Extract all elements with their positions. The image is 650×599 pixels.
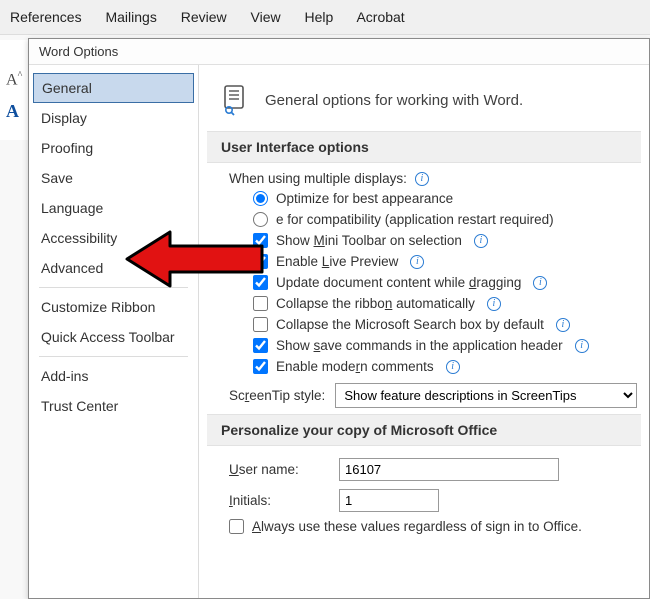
checkbox-modern-comments-label: Enable modern comments [276,359,434,374]
ribbon-tab[interactable]: References [10,9,82,25]
section-personalize: Personalize your copy of Microsoft Offic… [207,414,641,446]
initials-label: Initials: [229,493,329,508]
background-ribbon: References Mailings Review View Help Acr… [0,0,650,35]
checkbox-save-commands[interactable] [253,338,268,353]
sidebar-item-quick-access[interactable]: Quick Access Toolbar [29,322,198,352]
checkbox-collapse-search-label: Collapse the Microsoft Search box by def… [276,317,544,332]
checkbox-live-preview-label: Enable Live Preview [276,254,398,269]
user-name-input[interactable] [339,458,559,481]
info-icon[interactable]: i [533,276,547,290]
checkbox-always-use-values[interactable] [229,519,244,534]
ribbon-tab[interactable]: Review [181,9,227,25]
checkbox-modern-comments[interactable] [253,359,268,374]
checkbox-mini-toolbar[interactable] [253,233,268,248]
sidebar-item-display[interactable]: Display [29,103,198,133]
sidebar-item-trust-center[interactable]: Trust Center [29,391,198,421]
sidebar-item-language[interactable]: Language [29,193,198,223]
radio-optimize-compatibility[interactable] [253,212,268,227]
sidebar-item-proofing[interactable]: Proofing [29,133,198,163]
info-icon[interactable]: i [410,255,424,269]
sidebar-item-advanced[interactable]: Advanced [29,253,198,283]
checkbox-mini-toolbar-label: Show Mini Toolbar on selection [276,233,462,248]
ribbon-tab[interactable]: Help [305,9,334,25]
info-icon[interactable]: i [474,234,488,248]
info-icon[interactable]: i [415,172,429,186]
word-options-dialog: Word Options General Display Proofing Sa… [28,38,650,599]
info-icon[interactable]: i [446,360,460,374]
checkbox-collapse-ribbon-label: Collapse the ribbon automatically [276,296,475,311]
checkbox-update-dragging[interactable] [253,275,268,290]
checkbox-live-preview[interactable] [253,254,268,269]
sidebar-item-general[interactable]: General [33,73,194,103]
general-options-icon [219,83,253,117]
screentip-label: ScreenTip style: [229,388,325,403]
user-name-label: User name: [229,462,329,477]
checkbox-collapse-ribbon[interactable] [253,296,268,311]
radio-optimize-label: Optimize for best appearance [276,191,453,206]
screentip-select[interactable]: Show feature descriptions in ScreenTips [335,383,637,408]
checkbox-save-commands-label: Show save commands in the application he… [276,338,563,353]
dialog-title: Word Options [29,39,649,65]
sidebar-item-customize-ribbon[interactable]: Customize Ribbon [29,292,198,322]
sidebar-item-add-ins[interactable]: Add-ins [29,361,198,391]
ribbon-tab[interactable]: View [251,9,281,25]
section-ui-options: User Interface options [207,131,641,163]
radio-optimize-appearance[interactable] [253,191,268,206]
page-heading: General options for working with Word. [265,92,523,109]
ribbon-tab[interactable]: Acrobat [356,9,404,25]
ribbon-tab[interactable]: Mailings [105,9,156,25]
sidebar-separator [39,356,188,357]
sidebar-item-save[interactable]: Save [29,163,198,193]
sidebar-item-accessibility[interactable]: Accessibility [29,223,198,253]
checkbox-update-dragging-label: Update document content while dragging [276,275,521,290]
radio-compatibility-label: e for compatibility (application restart… [276,212,554,227]
info-icon[interactable]: i [575,339,589,353]
info-icon[interactable]: i [556,318,570,332]
checkbox-always-use-values-label: Always use these values regardless of si… [252,519,582,534]
sidebar-separator [39,287,188,288]
initials-input[interactable] [339,489,439,512]
background-stub: A^ A [0,40,28,140]
options-main-panel: General options for working with Word. U… [199,65,649,598]
checkbox-collapse-search[interactable] [253,317,268,332]
displays-label: When using multiple displays: i [229,171,649,186]
options-sidebar: General Display Proofing Save Language A… [29,65,199,598]
info-icon[interactable]: i [487,297,501,311]
